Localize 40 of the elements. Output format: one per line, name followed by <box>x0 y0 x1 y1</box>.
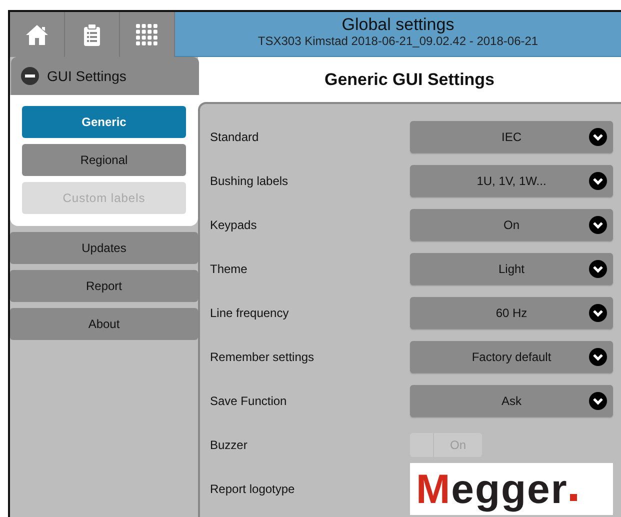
window-title: Global settings <box>340 15 456 35</box>
apps-button[interactable] <box>120 12 175 57</box>
report-button[interactable] <box>65 12 120 57</box>
dropdown[interactable]: IEC <box>410 121 613 153</box>
chevron-icon <box>589 392 607 410</box>
submenu-item[interactable]: Generic <box>22 106 186 138</box>
setting-label: Standard <box>210 129 259 146</box>
sidebar-item[interactable]: Report <box>10 270 198 302</box>
setting-label: Remember settings <box>210 349 314 366</box>
window-subtitle: TSX303 Kimstad 2018-06-21_09.02.42 - 2018-06-21 <box>256 34 540 48</box>
clipboard-icon <box>83 24 101 46</box>
chevron-icon <box>589 216 607 234</box>
chevron-icon <box>589 348 607 366</box>
chevron-icon <box>589 128 607 146</box>
chevron-icon <box>589 172 607 190</box>
registered-mark-icon <box>570 494 577 501</box>
setting-label: Line frequency <box>210 305 289 322</box>
chevron-icon <box>589 260 607 278</box>
grid-icon <box>136 24 158 46</box>
home-icon <box>25 24 49 46</box>
sidebar-item[interactable]: Updates <box>10 232 198 264</box>
setting-label: Keypads <box>210 217 257 234</box>
dropdown[interactable]: 1U, 1V, 1W... <box>410 165 613 197</box>
home-button[interactable] <box>10 12 65 57</box>
logo-text: Megger <box>416 468 568 510</box>
setting-label: Bushing labels <box>210 173 288 190</box>
dropdown[interactable]: Ask <box>410 385 613 417</box>
dropdown[interactable]: On <box>410 209 613 241</box>
group-header[interactable]: GUI Settings <box>11 57 199 95</box>
dropdown[interactable]: Light <box>410 253 613 285</box>
setting-label: Report logotype <box>210 481 295 498</box>
setting-label: Theme <box>210 261 248 278</box>
dropdown[interactable]: Factory default <box>410 341 613 373</box>
chevron-icon <box>589 304 607 322</box>
setting-label: Save Function <box>210 393 287 410</box>
page-heading: Generic GUI Settings <box>323 68 496 91</box>
dropdown[interactable]: 60 Hz <box>410 297 613 329</box>
setting-label: Buzzer <box>210 437 248 454</box>
submenu-item[interactable]: Regional <box>22 144 186 176</box>
sidebar-item[interactable]: About <box>10 308 198 340</box>
